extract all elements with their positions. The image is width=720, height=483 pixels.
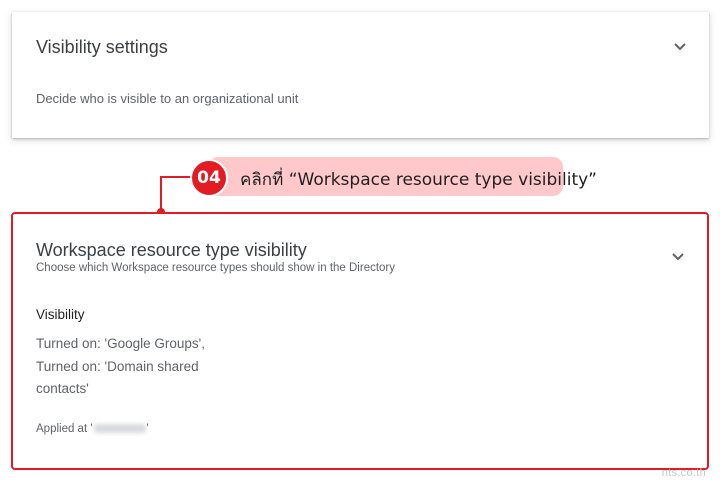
visibility-settings-description: Decide who is visible to an organization… xyxy=(36,91,299,106)
visibility-settings-card[interactable]: Visibility settings Decide who is visibl… xyxy=(12,12,709,138)
status-line: Turned on: 'Google Groups', xyxy=(36,336,206,351)
chevron-down-icon[interactable] xyxy=(673,42,687,52)
visibility-label: Visibility xyxy=(36,307,85,322)
applied-at-text: Applied at ' ' xyxy=(36,423,149,435)
workspace-resource-visibility-title: Workspace resource type visibility xyxy=(36,240,307,260)
applied-at-suffix: ' xyxy=(146,423,149,435)
workspace-resource-visibility-card[interactable]: Workspace resource type visibility Choos… xyxy=(11,212,709,470)
workspace-resource-visibility-subtitle: Choose which Workspace resource types sh… xyxy=(36,262,396,274)
visibility-status: Turned on: 'Google Groups', Turned on: '… xyxy=(36,333,226,401)
status-line: Turned on: 'Domain shared xyxy=(36,358,199,374)
watermark: nts.co.th xyxy=(661,467,706,479)
status-line: contacts' xyxy=(36,381,89,396)
redacted-org-name xyxy=(93,424,146,434)
applied-at-prefix: Applied at ' xyxy=(36,423,93,435)
step-number-badge: 04 xyxy=(190,159,228,197)
callout-connector-line xyxy=(160,176,192,212)
callout-instruction: คลิกที่ “Workspace resource type visibil… xyxy=(240,170,597,190)
visibility-settings-title: Visibility settings xyxy=(36,37,168,57)
chevron-down-icon[interactable] xyxy=(671,252,685,262)
